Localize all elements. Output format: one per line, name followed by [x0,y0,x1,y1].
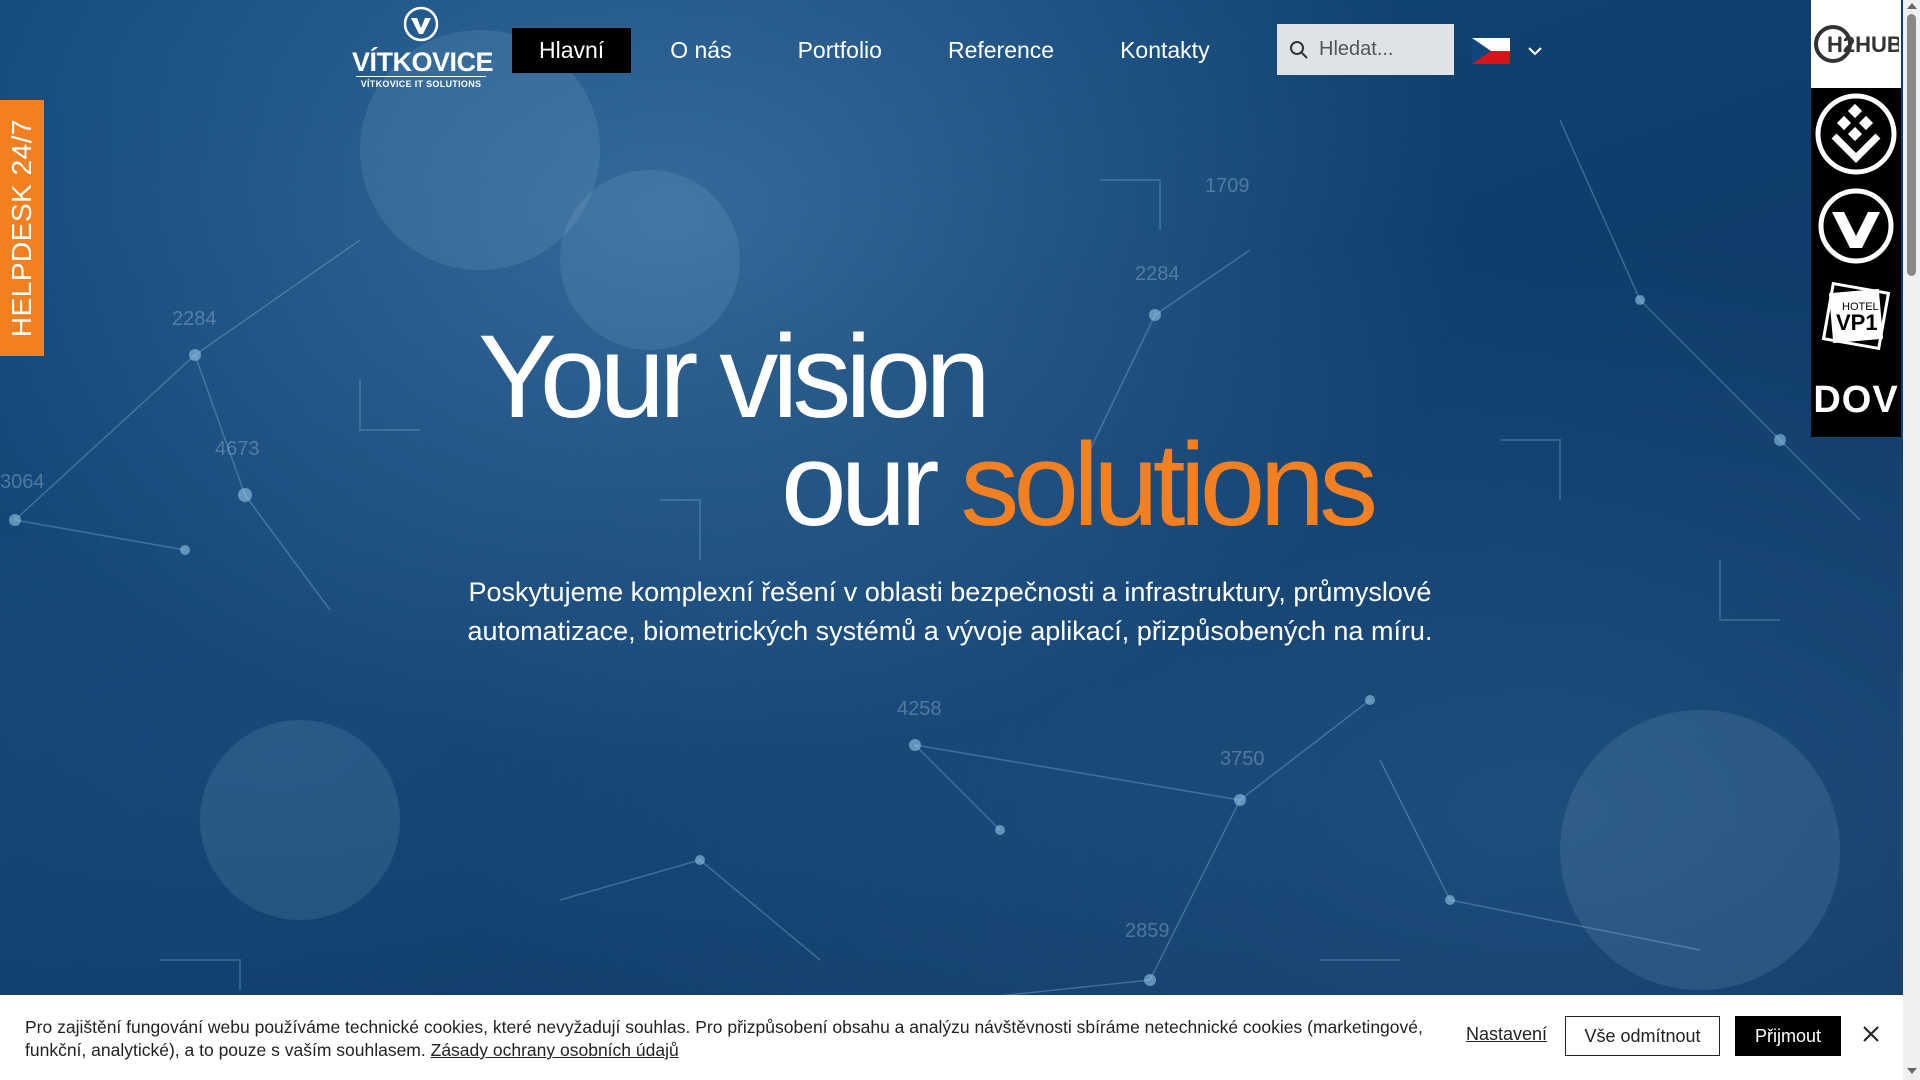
bg-number: 2284 [172,308,217,330]
vitkovice-logo-icon [403,6,439,42]
brand-name: VÍTKOVICE [352,47,494,77]
h2hub-text: H2HUB [1827,32,1899,57]
search-input[interactable] [1317,37,1451,62]
helpdesk-tab[interactable]: HELPDESK 24/7 [0,100,44,356]
bg-number: 2284 [1135,263,1180,285]
scroll-down-arrow-icon[interactable] [1907,1068,1917,1074]
nav-item-kontakty[interactable]: Kontakty [1093,28,1237,73]
bg-number: 1709 [1205,175,1250,197]
hotel-vp1-icon: HOTEL VP1 [1821,281,1891,351]
h2hub-logo[interactable]: H2HUB [1811,0,1901,88]
vitkovice-emblem-icon [1818,188,1894,264]
nav-item-reference[interactable]: Reference [921,28,1081,73]
search-box [1277,24,1454,75]
language-selector[interactable] [1472,38,1544,64]
bg-number: 2859 [1125,920,1170,942]
bg-number: 3064 [0,471,45,493]
reject-all-button[interactable]: Vše odmítnout [1565,1016,1720,1056]
vp1-text: VP1 [1836,310,1878,335]
hero-title-our: our [781,419,961,551]
bg-number: 4258 [897,698,942,720]
cookie-message: Pro zajištění fungování webu používáme t… [25,1017,1423,1060]
czech-flag-icon [1472,38,1510,64]
hero-title-solutions: solutions [960,419,1378,551]
hero-subtitle: Poskytujeme komplexní řešení v oblasti b… [467,577,1433,646]
close-icon[interactable] [1861,1024,1881,1044]
vitkovice-arena-logo[interactable] [1811,180,1901,272]
hotel-vp1-logo[interactable]: HOTEL VP1 [1811,272,1901,360]
scroll-up-arrow-icon[interactable] [1907,3,1917,9]
scroll-thumb[interactable] [1907,14,1916,276]
nav-item-portfolio[interactable]: Portfolio [771,28,909,73]
chevron-down-icon [1528,47,1542,56]
bg-number: 3750 [1220,748,1265,770]
accept-button[interactable]: Přijmout [1735,1016,1841,1056]
bg-number: 4673 [215,438,260,460]
partner-rail: H2HUB HOTEL VP1 DOV [1811,0,1901,437]
helpdesk-label: HELPDESK 24/7 [6,118,37,338]
main-nav: Hlavní O nás Portfolio Reference Kontakt… [512,28,1249,73]
diamond-logo[interactable] [1811,88,1901,180]
nav-item-hlavni[interactable]: Hlavní [512,28,632,73]
cookie-settings-link[interactable]: Nastavení [1466,1024,1547,1045]
nav-item-o-nas[interactable]: O nás [643,28,758,73]
page-scrollbar[interactable] [1903,0,1920,1080]
privacy-policy-link[interactable]: Zásady ochrany osobních údajů [431,1040,679,1060]
brand-subtitle: VÍTKOVICE IT SOLUTIONS [356,76,486,89]
dov-logo[interactable]: DOV [1811,360,1901,440]
cookie-text: Pro zajištění fungování webu používáme t… [25,1016,1445,1062]
hero-title-line2: our solutions [781,426,1378,544]
brand-logo[interactable]: VÍTKOVICE VÍTKOVICE IT SOLUTIONS [352,6,494,89]
diamond-shield-icon [1815,93,1897,175]
search-icon [1290,40,1308,59]
h2hub-icon: H2HUB [1814,25,1899,63]
